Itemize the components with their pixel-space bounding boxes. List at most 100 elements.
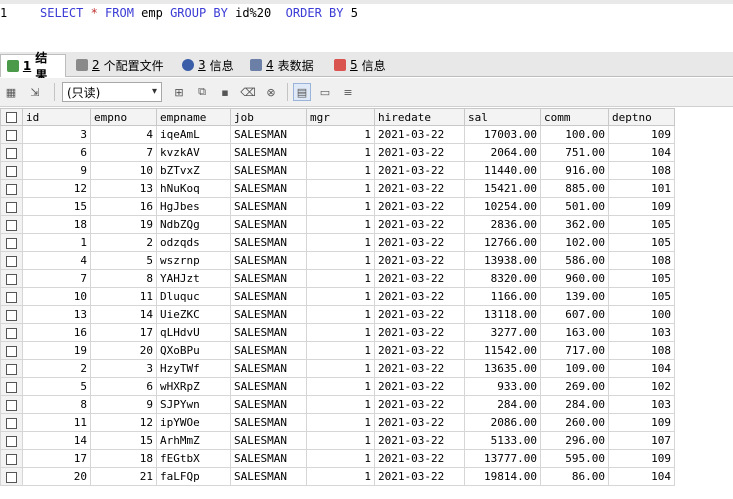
cell-mgr[interactable]: 1 (306, 305, 375, 324)
cell-mgr[interactable]: 1 (306, 251, 375, 270)
cell-hiredate[interactable]: 2021-03-22 (374, 269, 465, 288)
row-checkbox[interactable] (0, 449, 23, 468)
cell-hiredate[interactable]: 2021-03-22 (374, 395, 465, 414)
cell-hiredate[interactable]: 2021-03-22 (374, 359, 465, 378)
cell-empname[interactable]: NdbZQg (156, 215, 231, 234)
cell-job[interactable]: SALESMAN (230, 449, 307, 468)
cell-comm[interactable]: 260.00 (540, 413, 609, 432)
sql-query[interactable]: SELECT * FROM emp GROUP BY id%20 ORDER B… (40, 6, 358, 20)
cell-mgr[interactable]: 1 (306, 233, 375, 252)
column-header-comm[interactable]: comm (540, 108, 609, 126)
cell-hiredate[interactable]: 2021-03-22 (374, 377, 465, 396)
cell-deptno[interactable]: 104 (608, 467, 675, 486)
cell-hiredate[interactable]: 2021-03-22 (374, 449, 465, 468)
cell-hiredate[interactable]: 2021-03-22 (374, 305, 465, 324)
cell-mgr[interactable]: 1 (306, 269, 375, 288)
cell-deptno[interactable]: 105 (608, 233, 675, 252)
cell-hiredate[interactable]: 2021-03-22 (374, 431, 465, 450)
row-checkbox[interactable] (0, 467, 23, 486)
cell-empname[interactable]: HzyTWf (156, 359, 231, 378)
cell-job[interactable]: SALESMAN (230, 125, 307, 144)
column-header-hiredate[interactable]: hiredate (374, 108, 465, 126)
cell-empname[interactable]: hNuKoq (156, 179, 231, 198)
cell-deptno[interactable]: 109 (608, 449, 675, 468)
cell-id[interactable]: 15 (22, 197, 91, 216)
cell-sal[interactable]: 13635.00 (464, 359, 541, 378)
cell-job[interactable]: SALESMAN (230, 341, 307, 360)
cell-sal[interactable]: 17003.00 (464, 125, 541, 144)
row-checkbox[interactable] (0, 323, 23, 342)
cell-sal[interactable]: 11542.00 (464, 341, 541, 360)
column-header-job[interactable]: job (230, 108, 307, 126)
cell-deptno[interactable]: 109 (608, 197, 675, 216)
cell-empno[interactable]: 5 (90, 251, 157, 270)
table-row[interactable]: 11 12 ipYWOe SALESMAN 1 2021-03-22 2086.00 260.… (0, 413, 675, 432)
cell-id[interactable]: 1 (22, 233, 91, 252)
cell-sal[interactable]: 933.00 (464, 377, 541, 396)
cell-deptno[interactable]: 105 (608, 269, 675, 288)
text-view-icon[interactable]: ≡ (339, 83, 357, 101)
cell-empno[interactable]: 10 (90, 161, 157, 180)
column-header-empno[interactable]: empno (90, 108, 157, 126)
cell-comm[interactable]: 109.00 (540, 359, 609, 378)
cell-comm[interactable]: 885.00 (540, 179, 609, 198)
cell-comm[interactable]: 284.00 (540, 395, 609, 414)
table-row[interactable]: 10 11 Dluquc SALESMAN 1 2021-03-22 1166.00 139.… (0, 287, 675, 306)
table-row[interactable]: 5 6 wHXRpZ SALESMAN 1 2021-03-22 933.00 269.00 1… (0, 377, 675, 396)
results-grid[interactable]: id empno empname job mgr hiredate sal co… (0, 108, 733, 499)
cell-comm[interactable]: 586.00 (540, 251, 609, 270)
cell-deptno[interactable]: 105 (608, 287, 675, 306)
cell-empname[interactable]: qLHdvU (156, 323, 231, 342)
cell-mgr[interactable]: 1 (306, 215, 375, 234)
cell-id[interactable]: 4 (22, 251, 91, 270)
cell-mgr[interactable]: 1 (306, 197, 375, 216)
row-checkbox[interactable] (0, 251, 23, 270)
cell-job[interactable]: SALESMAN (230, 359, 307, 378)
row-checkbox[interactable] (0, 341, 23, 360)
cell-mgr[interactable]: 1 (306, 161, 375, 180)
cell-sal[interactable]: 284.00 (464, 395, 541, 414)
cell-sal[interactable]: 2064.00 (464, 143, 541, 162)
row-checkbox[interactable] (0, 125, 23, 144)
cell-empno[interactable]: 8 (90, 269, 157, 288)
cell-empno[interactable]: 3 (90, 359, 157, 378)
import-icon[interactable]: ⇲ (26, 83, 44, 101)
cell-deptno[interactable]: 100 (608, 305, 675, 324)
cell-comm[interactable]: 595.00 (540, 449, 609, 468)
cell-hiredate[interactable]: 2021-03-22 (374, 215, 465, 234)
table-row[interactable]: 6 7 kvzkAV SALESMAN 1 2021-03-22 2064.00 751.00… (0, 143, 675, 162)
row-checkbox[interactable] (0, 197, 23, 216)
row-checkbox[interactable] (0, 269, 23, 288)
cell-id[interactable]: 2 (22, 359, 91, 378)
cell-job[interactable]: SALESMAN (230, 305, 307, 324)
table-row[interactable]: 17 18 fEGtbX SALESMAN 1 2021-03-22 13777.00 595… (0, 449, 675, 468)
cell-hiredate[interactable]: 2021-03-22 (374, 161, 465, 180)
cell-deptno[interactable]: 102 (608, 377, 675, 396)
cell-empname[interactable]: ArhMmZ (156, 431, 231, 450)
mode-select[interactable]: (只读) ▾ (62, 82, 162, 102)
cell-comm[interactable]: 296.00 (540, 431, 609, 450)
cell-comm[interactable]: 362.00 (540, 215, 609, 234)
cell-deptno[interactable]: 108 (608, 341, 675, 360)
cell-hiredate[interactable]: 2021-03-22 (374, 287, 465, 306)
cell-mgr[interactable]: 1 (306, 431, 375, 450)
cell-comm[interactable]: 751.00 (540, 143, 609, 162)
delete-icon[interactable]: ⌫ (239, 83, 257, 101)
row-checkbox[interactable] (0, 233, 23, 252)
row-checkbox[interactable] (0, 143, 23, 162)
cell-mgr[interactable]: 1 (306, 179, 375, 198)
cell-id[interactable]: 8 (22, 395, 91, 414)
cell-sal[interactable]: 15421.00 (464, 179, 541, 198)
cell-empno[interactable]: 12 (90, 413, 157, 432)
table-row[interactable]: 15 16 HgJbes SALESMAN 1 2021-03-22 10254.00 501… (0, 197, 675, 216)
cell-deptno[interactable]: 108 (608, 251, 675, 270)
cell-empno[interactable]: 17 (90, 323, 157, 342)
cell-hiredate[interactable]: 2021-03-22 (374, 233, 465, 252)
table-row[interactable]: 19 20 QXoBPu SALESMAN 1 2021-03-22 11542.00 717… (0, 341, 675, 360)
cell-empname[interactable]: bZTvxZ (156, 161, 231, 180)
table-row[interactable]: 12 13 hNuKoq SALESMAN 1 2021-03-22 15421.00 885… (0, 179, 675, 198)
cell-empno[interactable]: 13 (90, 179, 157, 198)
cell-mgr[interactable]: 1 (306, 359, 375, 378)
cell-deptno[interactable]: 101 (608, 179, 675, 198)
cell-empname[interactable]: kvzkAV (156, 143, 231, 162)
